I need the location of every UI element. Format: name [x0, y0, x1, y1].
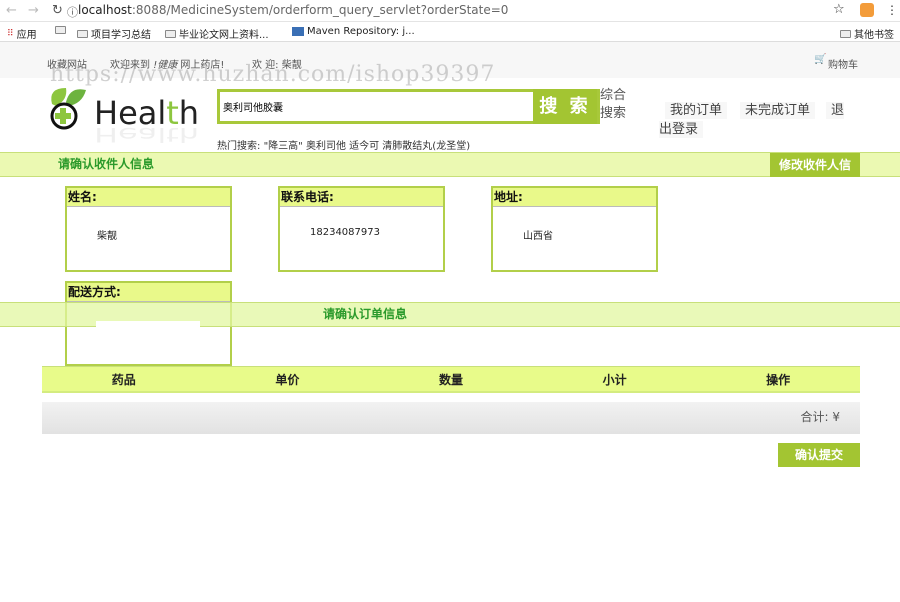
- cart-link[interactable]: 购物车: [828, 56, 858, 71]
- welcome-brand: !健康: [153, 60, 178, 71]
- confirm-submit-button[interactable]: 确认提交: [778, 443, 860, 467]
- extension-icon[interactable]: [860, 3, 874, 17]
- url-field[interactable]: localhost:8088/MedicineSystem/orderform_…: [78, 3, 508, 17]
- folder-icon: [840, 29, 851, 38]
- url-host: localhost: [78, 3, 132, 17]
- phone-label: 联系电话:: [280, 188, 443, 207]
- bookmark-label: Maven Repository: j...: [307, 26, 415, 37]
- col-medicine: 药品: [111, 373, 136, 387]
- bookmark-label: 项目学习总结: [91, 30, 151, 41]
- browser-address-bar: ← → ↻ ⓘ localhost:8088/MedicineSystem/or…: [0, 0, 900, 22]
- bookmarks-bar: ⠿ 应用 项目学习总结 毕业论文网上资料... Maven Repository:…: [0, 22, 900, 42]
- bookmark-maven[interactable]: Maven Repository: j...: [292, 26, 415, 37]
- info-icon: ⓘ: [67, 6, 78, 19]
- col-subtotal: 小计: [602, 373, 627, 387]
- delivery-select[interactable]: [96, 321, 200, 329]
- receiver-section-header: 请确认收件人信息: [0, 152, 900, 177]
- forward-icon[interactable]: →: [28, 3, 39, 18]
- bookmark-label: 应用: [16, 30, 37, 41]
- address-label: 地址:: [493, 188, 656, 207]
- order-table-header: 药品 单价 数量 小计 操作: [42, 366, 860, 393]
- hot-search-label: 热门搜索:: [217, 141, 261, 152]
- apps-grid-icon: ⠿: [7, 28, 14, 39]
- folder-icon: [165, 29, 176, 38]
- user-greeting: 欢 迎: 柴靓: [252, 60, 302, 71]
- welcome-prefix: 欢迎来到: [110, 60, 150, 71]
- welcome-text: 欢迎来到 !健康 网上药店!: [110, 56, 224, 71]
- bookmark-label: 其他书签: [854, 30, 894, 41]
- edit-receiver-button[interactable]: 修改收件人信: [770, 153, 860, 177]
- address-value: 山西省: [523, 231, 553, 242]
- search-input[interactable]: [220, 92, 530, 121]
- search-button[interactable]: 搜 索: [533, 89, 597, 124]
- advanced-search-link[interactable]: 综合搜索: [600, 87, 630, 123]
- phone-value: 18234087973: [310, 227, 380, 238]
- user-nav: 我的订单 未完成订单 退出登录: [659, 101, 854, 139]
- top-bar: 收藏网站 欢迎来到 !健康 网上药店! 欢 迎: 柴靓 🛒 购物车: [0, 42, 900, 78]
- bookmark-folder[interactable]: [55, 26, 66, 34]
- bookmark-other[interactable]: 其他书签: [840, 26, 894, 41]
- folder-icon: [55, 26, 66, 34]
- receiver-section-title: 请确认收件人信息: [58, 157, 155, 171]
- favorite-link[interactable]: 收藏网站: [47, 56, 87, 71]
- hot-search: 热门搜索: "降三高" 奥利司他 适今可 清肺散结丸(龙圣堂): [217, 137, 470, 152]
- search-box: 搜 索: [217, 89, 600, 124]
- col-quantity: 数量: [438, 373, 463, 387]
- maven-icon: [292, 27, 304, 36]
- back-icon[interactable]: ←: [6, 3, 17, 18]
- my-orders-link[interactable]: 我的订单: [665, 102, 728, 119]
- col-price: 单价: [275, 373, 300, 387]
- welcome-suffix: 网上药店!: [180, 60, 225, 71]
- phone-card: 联系电话: 18234087973: [278, 186, 445, 272]
- cart-icon[interactable]: 🛒: [814, 54, 826, 65]
- bookmark-apps[interactable]: ⠿ 应用: [7, 26, 37, 42]
- menu-icon[interactable]: ⋮: [886, 3, 898, 17]
- col-action: 操作: [766, 373, 791, 387]
- hot-search-terms[interactable]: "降三高" 奥利司他 适今可 清肺散结丸(龙圣堂): [264, 141, 471, 152]
- star-icon[interactable]: ☆: [833, 2, 845, 17]
- order-section-title: 请确认订单信息: [323, 307, 408, 321]
- name-card: 姓名: 柴靓: [65, 186, 232, 272]
- name-value: 柴靓: [97, 231, 117, 242]
- svg-text:Health: Health: [94, 123, 199, 145]
- order-total: 合计: ¥: [42, 402, 860, 434]
- url-path: :8088/MedicineSystem/orderform_query_ser…: [131, 3, 509, 17]
- unfinished-orders-link[interactable]: 未完成订单: [740, 102, 816, 119]
- folder-icon: [77, 29, 88, 38]
- address-card: 地址: 山西省: [491, 186, 658, 272]
- reload-icon[interactable]: ↻: [52, 3, 63, 18]
- name-label: 姓名:: [67, 188, 230, 207]
- delivery-label: 配送方式:: [67, 283, 230, 302]
- bookmark-folder[interactable]: 项目学习总结: [77, 26, 151, 41]
- logo[interactable]: Health Health: [44, 86, 214, 150]
- bookmark-folder[interactable]: 毕业论文网上资料...: [165, 26, 269, 41]
- bookmark-label: 毕业论文网上资料...: [179, 30, 269, 41]
